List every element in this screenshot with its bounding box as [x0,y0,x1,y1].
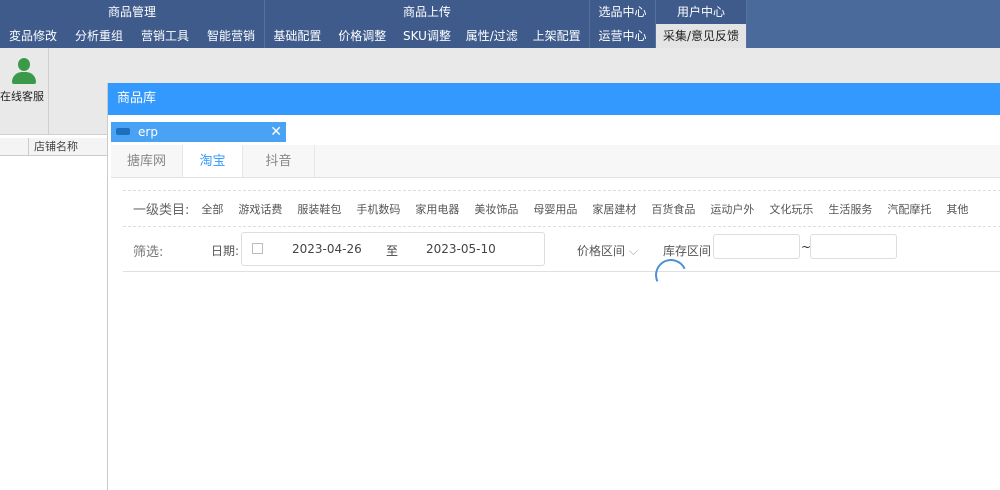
stock-range-label: 库存区间 [663,244,712,258]
folder-icon [116,128,130,135]
dialog-title: 商品库 [108,83,1000,115]
category-item[interactable]: 服装鞋包 [297,201,341,217]
date-label: 日期: [211,244,240,258]
category-item[interactable]: 文化玩乐 [769,201,813,217]
nav-item[interactable]: SKU调整 [395,24,460,48]
shop-list-panel: 店铺名称 [0,138,107,490]
date-separator: 至 [386,244,399,258]
tab-douyin[interactable]: 抖音 [243,145,315,177]
category-item[interactable]: 母婴用品 [533,201,577,217]
filter-row: 筛选: 日期: 2023-04-26 至 2023-05-10 价格区间 ⌵ 库… [123,227,1000,273]
nav-item[interactable]: 价格调整 [330,24,395,48]
nav-group-selection: 选品中心 运营中心 [590,0,656,48]
nav-item-feedback[interactable]: 采集/意见反馈 [656,24,746,48]
customer-service-label: 在线客服 [0,90,44,103]
tab-source-1[interactable]: 搪库网 [111,145,183,177]
nav-item[interactable]: 上架配置 [524,24,589,48]
price-range-dropdown[interactable]: 价格区间 ⌵ [577,242,638,259]
nav-item[interactable]: 营销工具 [132,24,198,48]
chevron-down-icon: ⌵ [628,244,638,258]
category-item[interactable]: 生活服务 [828,201,872,217]
nav-group-title: 商品上传 [402,5,451,19]
category-item[interactable]: 其他 [946,201,968,217]
nav-item[interactable]: 智能营销 [198,24,264,48]
category-item[interactable]: 手机数码 [356,201,400,217]
nav-item[interactable]: 属性/过滤 [459,24,524,48]
doc-tab-erp[interactable]: erp ✕ [111,122,286,142]
nav-item[interactable]: 运营中心 [590,24,655,48]
filter-panel: 一级类目: 全部 游戏话费 服装鞋包 手机数码 家用电器 美妆饰品 母婴用品 家… [123,190,1000,272]
price-range-label: 价格区间 [577,244,626,258]
date-end[interactable]: 2023-05-10 [426,242,496,256]
tab-taobao[interactable]: 淘宝 [183,145,243,177]
category-item[interactable]: 全部 [201,201,223,217]
nav-group-user: 用户中心 采集/意见反馈 [656,0,747,48]
nav-item[interactable]: 分析重组 [66,24,132,48]
date-start[interactable]: 2023-04-26 [292,242,362,256]
product-library-dialog: 商品库 erp ✕ 搪库网 淘宝 抖音 一级类目: 全部 游戏话费 服装鞋包 手… [107,83,1000,490]
doc-tab-label: erp [138,125,158,139]
calendar-icon [252,243,263,254]
nav-group-product-upload: 商品上传 基础配置 价格调整 SKU调整 属性/过滤 上架配置 [265,0,590,48]
nav-group-title: 用户中心 [676,5,725,19]
category-item[interactable]: 家居建材 [592,201,636,217]
category-item[interactable]: 家用电器 [415,201,459,217]
category-item[interactable]: 运动户外 [710,201,754,217]
top-nav: 商品管理 変品修改 分析重组 营销工具 智能营销 商品上传 基础配置 价格调整 … [0,0,1000,48]
column-header-shop-name[interactable]: 店铺名称 [28,138,78,156]
user-icon [12,58,36,84]
nav-group-title: 选品中心 [598,5,647,19]
nav-group-title: 商品管理 [107,5,156,19]
category-label: 一级类目: [133,203,190,218]
category-item[interactable]: 游戏话费 [238,201,282,217]
stock-min-input[interactable] [713,234,800,259]
category-item[interactable]: 百货食品 [651,201,695,217]
nav-group-product-mgmt: 商品管理 変品修改 分析重组 营销工具 智能营销 [0,0,265,48]
date-range-picker[interactable]: 2023-04-26 至 2023-05-10 [241,232,545,266]
category-item[interactable]: 汽配摩托 [887,201,931,217]
category-item[interactable]: 美妆饰品 [474,201,518,217]
filter-label: 筛选: [133,245,164,260]
nav-item[interactable]: 変品修改 [0,24,66,48]
close-icon[interactable]: ✕ [270,122,282,142]
category-row: 一级类目: 全部 游戏话费 服装鞋包 手机数码 家用电器 美妆饰品 母婴用品 家… [123,191,1000,227]
customer-service-button[interactable]: 在线客服 [0,48,49,135]
source-tabs: 搪库网 淘宝 抖音 [111,145,1000,178]
stock-max-input[interactable] [810,234,897,259]
nav-item[interactable]: 基础配置 [265,24,330,48]
